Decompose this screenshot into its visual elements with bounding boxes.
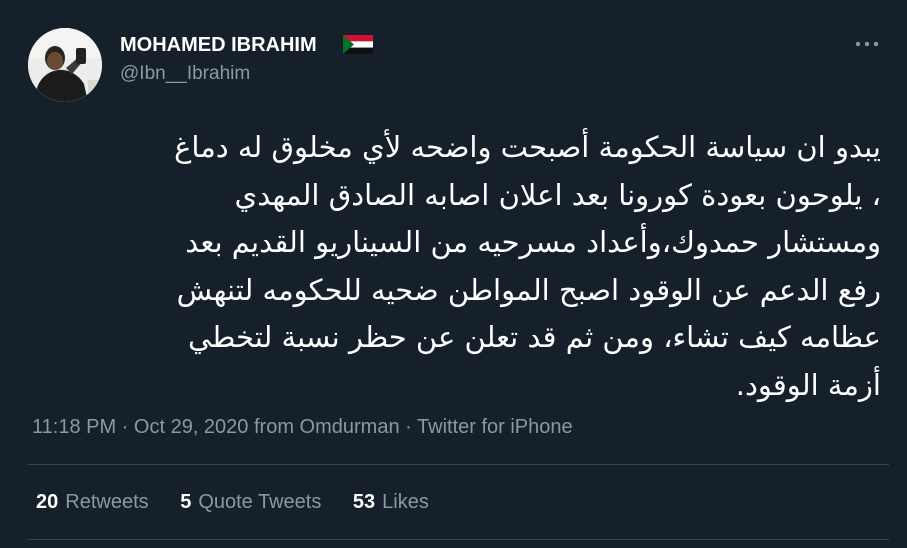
sudan-flag-icon: [343, 35, 373, 54]
retweets-count: 20: [36, 491, 59, 513]
tweet-time[interactable]: 11:18 PM: [32, 416, 116, 438]
user-handle[interactable]: @Ibn__Ibrahim: [120, 62, 250, 86]
tweet-source[interactable]: Twitter for iPhone: [417, 416, 573, 438]
tweet-text: يبدو ان سياسة الحكومة أصبحت واضحه لأي مخ…: [26, 124, 881, 409]
likes-stat[interactable]: 53 Likes: [353, 489, 429, 515]
meta-separator: ·: [399, 416, 418, 438]
avatar-photo: [28, 28, 102, 102]
likes-count: 53: [352, 491, 376, 513]
engagement-stats: 20 Retweets 5 Quote Tweets 53 Likes: [36, 489, 455, 515]
tweet-line: أزمة الوقود.: [735, 367, 881, 402]
meta-separator: ·: [116, 416, 134, 438]
retweets-stat[interactable]: 20 Retweets: [36, 489, 149, 515]
quote-tweets-count: 5: [180, 491, 192, 513]
display-name[interactable]: MOHAMED IBRAHIM: [120, 33, 317, 57]
tweet-line: ومستشار حمدوك،وأعداد مسرحيه من السيناريو…: [185, 225, 881, 259]
likes-label: Likes: [382, 491, 429, 513]
tweet-meta: 11:18 PM · Oct 29, 2020 from Omdurman · …: [32, 414, 573, 440]
tweet-line: عظامه كيف تشاء، ومن ثم قد تعلن عن حظر نس…: [188, 320, 881, 354]
tweet-line: يبدو ان سياسة الحكومة أصبحت واضحه لأي مخ…: [174, 130, 881, 164]
divider: [28, 464, 889, 465]
quote-tweets-stat[interactable]: 5 Quote Tweets: [180, 489, 321, 515]
tweet-line: ، يلوحون بعودة كورونا بعد اعلان اصابه ال…: [234, 177, 881, 212]
tweet-line: رفع الدعم عن الوقود اصبح المواطن ضحيه لل…: [176, 272, 881, 307]
retweets-label: Retweets: [65, 491, 149, 513]
quote-tweets-label: Quote Tweets: [198, 491, 322, 513]
tweet-location: from Omdurman: [248, 416, 400, 438]
tweet-date[interactable]: Oct 29, 2020: [134, 416, 249, 438]
more-horizontal-icon[interactable]: [850, 32, 884, 56]
divider: [28, 539, 889, 540]
avatar[interactable]: [28, 28, 102, 102]
